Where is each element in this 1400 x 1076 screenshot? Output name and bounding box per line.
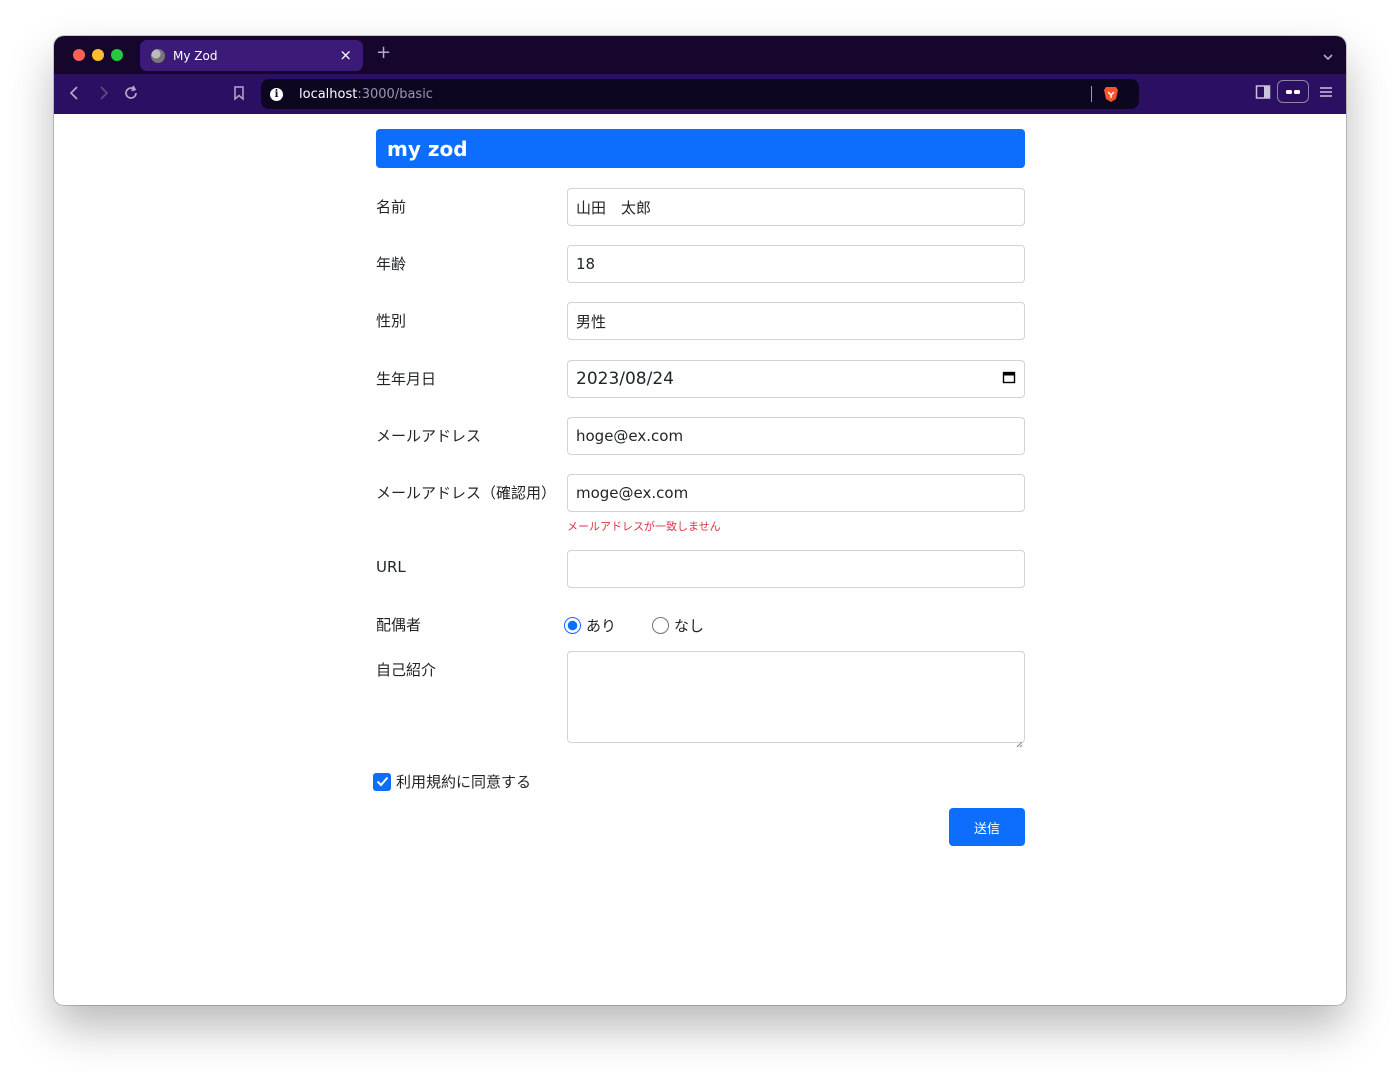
close-window-button[interactable] xyxy=(73,49,85,61)
tab-bar: My Zod × + xyxy=(54,36,1346,74)
brave-shield-icon[interactable] xyxy=(1103,85,1119,103)
gender-label: 性別 xyxy=(376,312,407,330)
terms-row: 利用規約に同意する xyxy=(373,771,531,792)
birthdate-label: 生年月日 xyxy=(376,370,437,388)
url-text: localhost:3000/basic xyxy=(299,86,433,102)
terms-checkbox[interactable] xyxy=(373,772,391,791)
sidebar-icon[interactable] xyxy=(1255,84,1271,104)
spouse-yes-radio[interactable] xyxy=(564,617,581,634)
menu-icon[interactable] xyxy=(1318,84,1334,104)
page-title: my zod xyxy=(376,129,1025,168)
terms-label[interactable]: 利用規約に同意する xyxy=(396,771,531,792)
spouse-label: 配偶者 xyxy=(376,616,422,634)
calendar-icon[interactable] xyxy=(1002,369,1016,389)
info-icon[interactable]: i xyxy=(270,87,283,101)
spouse-no-radio[interactable] xyxy=(652,617,670,634)
chevron-down-icon[interactable] xyxy=(1322,48,1334,67)
browser-toolbar: i localhost:3000/basic xyxy=(54,74,1346,114)
browser-tab[interactable]: My Zod × xyxy=(140,40,363,71)
submit-button[interactable]: 送信 xyxy=(949,808,1025,846)
email-input[interactable]: hoge@ex.com xyxy=(567,417,1025,455)
new-tab-button[interactable]: + xyxy=(376,44,391,62)
globe-icon xyxy=(151,48,165,63)
email-mismatch-error: メールアドレスが一致しません xyxy=(567,520,721,533)
browser-window: My Zod × + i localhost:3000/basic my zod… xyxy=(54,36,1346,1005)
back-icon[interactable] xyxy=(68,85,82,105)
intro-textarea[interactable] xyxy=(567,651,1025,743)
zoom-window-button[interactable] xyxy=(111,49,123,61)
minimize-window-button[interactable] xyxy=(92,49,104,61)
url-input[interactable] xyxy=(567,550,1025,588)
age-label: 年齢 xyxy=(376,255,407,273)
email-confirm-input[interactable]: moge@ex.com xyxy=(567,474,1025,512)
address-bar[interactable]: i localhost:3000/basic xyxy=(261,79,1139,109)
page-content: my zod 名前 山田 太郎 年齢 18 性別 男性 生年月日 2023/08… xyxy=(54,114,1346,1005)
tab-close-button[interactable]: × xyxy=(339,48,352,63)
name-label: 名前 xyxy=(376,198,407,216)
intro-label: 自己紹介 xyxy=(376,661,437,679)
spouse-yes-label[interactable]: あり xyxy=(586,615,616,636)
birthdate-input[interactable]: 2023/08/24 xyxy=(567,360,1025,398)
url-divider xyxy=(1091,86,1092,102)
forward-icon[interactable] xyxy=(96,85,110,105)
registration-form: my zod 名前 山田 太郎 年齢 18 性別 男性 生年月日 2023/08… xyxy=(373,129,1025,846)
email-confirm-label: メールアドレス（確認用） xyxy=(376,484,557,502)
spouse-no-label[interactable]: なし xyxy=(674,615,704,636)
spouse-radio-group: あり なし xyxy=(564,615,740,636)
email-label: メールアドレス xyxy=(376,427,482,445)
age-input[interactable]: 18 xyxy=(567,245,1025,283)
tab-title: My Zod xyxy=(173,48,218,63)
wallet-button[interactable] xyxy=(1277,80,1309,103)
name-input[interactable]: 山田 太郎 xyxy=(567,188,1025,226)
url-label: URL xyxy=(376,558,406,576)
gender-input[interactable]: 男性 xyxy=(567,302,1025,340)
birthdate-value: 2023/08/24 xyxy=(576,369,674,389)
bookmark-icon[interactable] xyxy=(232,85,246,105)
reload-icon[interactable] xyxy=(123,85,139,105)
